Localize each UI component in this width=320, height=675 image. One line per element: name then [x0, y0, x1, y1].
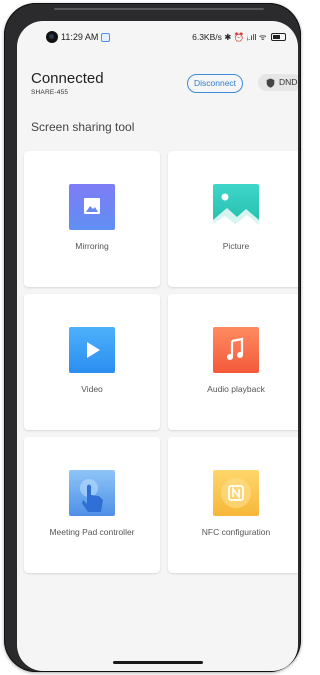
dnd-label: DND — [279, 77, 298, 87]
connection-title: Connected — [31, 70, 104, 87]
tool-tile-nfc-configuration[interactable]: NFC configuration — [168, 437, 298, 573]
status-indicators-text: 6.3KB/s ✱ ⏰ ᵢ.ıll ᯤ — [192, 32, 267, 42]
status-bar: 11:29 AM 6.3KB/s ✱ ⏰ ᵢ.ıll ᯤ — [17, 21, 298, 51]
message-notification-icon — [101, 33, 110, 42]
tool-tile-mirroring[interactable]: Mirroring — [24, 151, 160, 287]
tool-label: Meeting Pad controller — [49, 527, 135, 537]
tool-tile-video[interactable]: Video — [24, 294, 160, 430]
tool-label: Picture — [222, 241, 250, 251]
tool-label: Video — [81, 384, 103, 394]
audio-icon — [213, 327, 259, 373]
video-icon — [69, 327, 115, 373]
mirroring-icon — [69, 184, 115, 230]
nfc-icon — [213, 470, 259, 516]
battery-icon — [271, 33, 286, 41]
disconnect-button[interactable]: Disconnect — [187, 74, 244, 93]
front-camera — [46, 31, 58, 43]
tool-label: NFC configuration — [201, 527, 271, 537]
phone-frame: 11:29 AM 6.3KB/s ✱ ⏰ ᵢ.ıll ᯤ Connected S… — [4, 3, 301, 672]
touch-hand-icon — [69, 470, 115, 516]
phone-top-edge — [54, 8, 264, 10]
picture-icon — [213, 184, 259, 230]
home-indicator[interactable] — [113, 661, 203, 664]
shield-icon — [266, 78, 275, 88]
section-title: Screen sharing tool — [31, 120, 135, 134]
dnd-button[interactable]: DND — [258, 74, 298, 91]
tool-label: Mirroring — [75, 241, 109, 251]
tool-tile-picture[interactable]: Picture — [168, 151, 298, 287]
tool-tile-audio-playback[interactable]: Audio playback — [168, 294, 298, 430]
screen: 11:29 AM 6.3KB/s ✱ ⏰ ᵢ.ıll ᯤ Connected S… — [17, 21, 298, 671]
device-name: SHARE-455 — [31, 89, 69, 96]
tool-label: Audio playback — [207, 384, 265, 394]
tool-tile-meeting-pad-controller[interactable]: Meeting Pad controller — [24, 437, 160, 573]
status-time: 11:29 AM — [61, 32, 99, 42]
status-indicators: 6.3KB/s ✱ ⏰ ᵢ.ıll ᯤ — [192, 32, 286, 43]
